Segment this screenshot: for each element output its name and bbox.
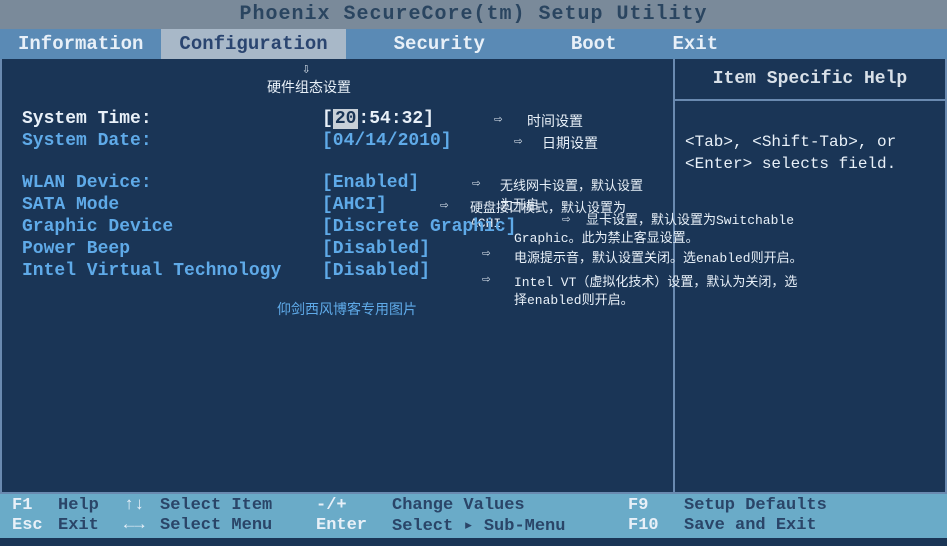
label-select-submenu: Select ▸ Sub-Menu: [392, 515, 622, 536]
row-wlan[interactable]: WLAN Device: [Enabled] ⇨ 无线网卡设置，默认设置为开启: [22, 173, 653, 193]
row-intel-vt[interactable]: Intel Virtual Technology [Disabled] ⇨ In…: [22, 261, 653, 281]
menu-configuration[interactable]: Configuration: [161, 29, 345, 59]
label-change-values: Change Values: [392, 496, 622, 515]
label-help: Help: [58, 496, 118, 515]
intel-annotation-2: 择enabled则开启。: [514, 289, 794, 308]
symbol-plusminus: -/+: [316, 496, 386, 515]
menu-boot[interactable]: Boot: [553, 29, 635, 59]
help-line-2: <Enter> selects field.: [685, 153, 935, 175]
menu-security[interactable]: Security: [376, 29, 503, 59]
arrow-icon: ⇨: [472, 175, 480, 192]
watermark-text: 仰剑西风博客专用图片: [277, 299, 417, 319]
footer-row-2: Esc Exit ←→ Select Menu Enter Select ▸ S…: [12, 515, 935, 536]
menu-information[interactable]: Information: [0, 29, 161, 59]
main-area: ⇩ 硬件组态设置 仰剑西风博客专用图片 System Time: [20:54:…: [0, 59, 947, 494]
key-enter[interactable]: Enter: [316, 516, 386, 535]
label-system-time: System Time:: [22, 109, 322, 129]
footer-row-1: F1 Help ↑↓ Select Item -/+ Change Values…: [12, 496, 935, 515]
key-esc[interactable]: Esc: [12, 516, 52, 535]
help-line-1: <Tab>, <Shift-Tab>, or: [685, 131, 935, 153]
value-power[interactable]: [Disabled]: [322, 239, 430, 259]
label-exit: Exit: [58, 516, 118, 535]
help-title: Item Specific Help: [675, 59, 945, 101]
label-graphic: Graphic Device: [22, 217, 322, 237]
arrow-icon: ⇨: [482, 271, 490, 288]
left-panel: ⇩ 硬件组态设置 仰剑西风博客专用图片 System Time: [20:54:…: [2, 59, 675, 492]
value-sata[interactable]: [AHCI]: [322, 195, 387, 215]
label-wlan: WLAN Device:: [22, 173, 322, 193]
time-annotation: 时间设置: [527, 111, 583, 131]
arrow-icon: ⇨: [482, 245, 490, 262]
title-bar: Phoenix SecureCore(tm) Setup Utility: [0, 0, 947, 29]
value-wlan[interactable]: [Enabled]: [322, 173, 419, 193]
label-intel-vt: Intel Virtual Technology: [22, 261, 322, 281]
down-arrow-icon: ⇩: [302, 61, 310, 78]
arrow-icon: ⇨: [514, 133, 522, 150]
label-setup-defaults: Setup Defaults: [684, 496, 827, 515]
help-content: <Tab>, <Shift-Tab>, or <Enter> selects f…: [675, 101, 945, 206]
arrows-updown-icon: ↑↓: [124, 496, 154, 515]
date-annotation: 日期设置: [542, 133, 598, 153]
label-save-exit: Save and Exit: [684, 516, 817, 535]
arrow-icon: ⇨: [494, 111, 502, 128]
footer-bar: F1 Help ↑↓ Select Item -/+ Change Values…: [0, 494, 947, 538]
menu-bar: Information Configuration Security Boot …: [0, 29, 947, 59]
bios-screen: Phoenix SecureCore(tm) Setup Utility Inf…: [0, 0, 947, 546]
value-graphic[interactable]: [Discrete Graphic]: [322, 217, 516, 237]
row-system-time[interactable]: System Time: [20:54:32] ⇨ 时间设置: [22, 109, 653, 129]
hardware-annotation: 硬件组态设置: [267, 77, 351, 97]
label-power: Power Beep: [22, 239, 322, 259]
arrow-icon: ⇨: [440, 197, 448, 214]
arrow-icon: ⇨: [562, 211, 570, 228]
intel-annotation-1: Intel VT（虚拟化技术）设置，默认为关闭，选: [514, 271, 884, 290]
arrows-leftright-icon: ←→: [124, 516, 154, 535]
menu-exit[interactable]: Exit: [654, 29, 736, 59]
value-system-date[interactable]: [04/14/2010]: [322, 131, 452, 151]
value-intel-vt[interactable]: [Disabled]: [322, 261, 430, 281]
label-system-date: System Date:: [22, 131, 322, 151]
key-f9[interactable]: F9: [628, 496, 678, 515]
row-sata[interactable]: SATA Mode [AHCI] ⇨ 硬盘接口模式，默认设置为ACHI: [22, 195, 653, 215]
label-sata: SATA Mode: [22, 195, 322, 215]
label-select-menu: Select Menu: [160, 516, 310, 535]
row-system-date[interactable]: System Date: [04/14/2010] ⇨ 日期设置: [22, 131, 653, 151]
label-select-item: Select Item: [160, 496, 310, 515]
value-system-time[interactable]: [20:54:32]: [322, 109, 434, 129]
row-power[interactable]: Power Beep [Disabled] ⇨ 电源提示音，默认设置关闭。选en…: [22, 239, 653, 259]
key-f10[interactable]: F10: [628, 516, 678, 535]
key-f1[interactable]: F1: [12, 496, 52, 515]
row-graphic[interactable]: Graphic Device [Discrete Graphic] ⇨ 显卡设置…: [22, 217, 653, 237]
graphic-annotation-1: 显卡设置，默认设置为Switchable: [586, 209, 866, 228]
